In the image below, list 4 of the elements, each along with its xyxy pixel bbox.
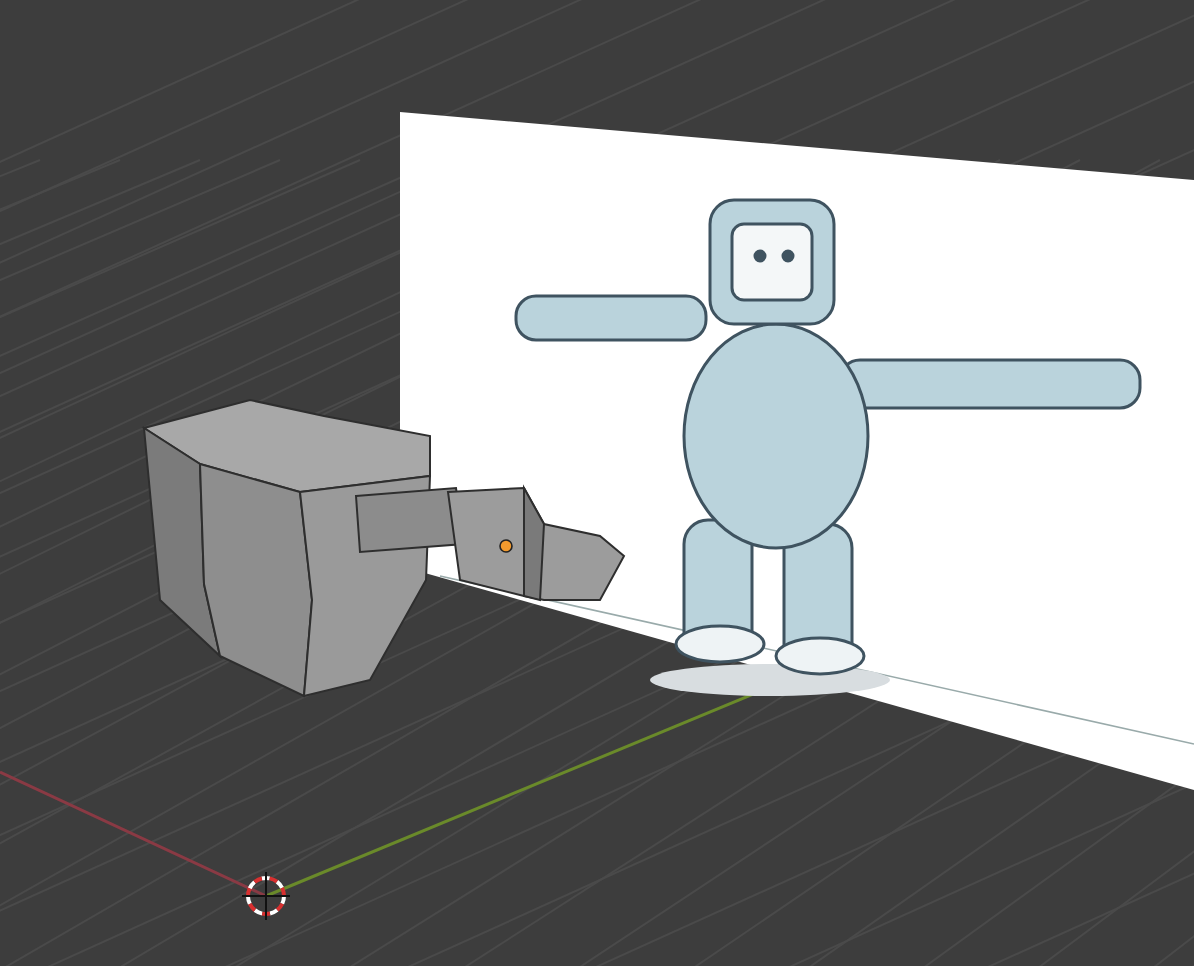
gripper-arm-model[interactable] bbox=[354, 484, 626, 602]
block-model[interactable] bbox=[141, 398, 432, 698]
3d-viewport[interactable] bbox=[0, 0, 1194, 966]
3d-cursor-icon[interactable] bbox=[241, 871, 291, 921]
